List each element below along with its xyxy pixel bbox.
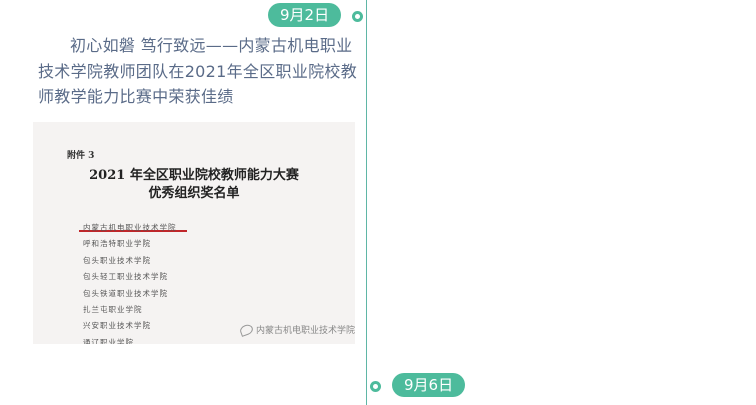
- news-title-link[interactable]: 初心如磐 笃行致远——内蒙古机电职业技术学院教师团队在2021年全区职业院校教师…: [38, 33, 360, 110]
- timeline-node-icon: [370, 381, 381, 392]
- list-item: 包头铁道职业技术学院: [83, 288, 168, 298]
- doc-attachment-label: 附件 3: [67, 151, 95, 161]
- watermark: 内蒙古机电职业技术学院: [238, 322, 355, 337]
- list-item: 包头职业技术学院: [83, 255, 151, 265]
- doc-title: 2021 年全区职业院校教师能力大赛: [89, 168, 299, 183]
- list-item: 包头轻工职业技术学院: [83, 272, 168, 282]
- list-item: 扎兰屯职业学院: [83, 304, 143, 314]
- timeline-node-icon: [352, 11, 363, 22]
- list-item: 兴安职业技术学院: [83, 321, 151, 331]
- news-image[interactable]: 附件 3 2021 年全区职业院校教师能力大赛 优秀组织奖名单 内蒙古机电职业技…: [33, 122, 355, 344]
- watermark-text: 内蒙古机电职业技术学院: [255, 326, 355, 336]
- date-badge: 9月2日: [268, 3, 342, 27]
- wechat-logo-icon: [238, 322, 255, 337]
- award-list: 内蒙古机电职业技术学院 呼和浩特职业学院 包头职业技术学院 包头轻工职业技术学院…: [83, 220, 177, 344]
- timeline-line: [366, 0, 367, 405]
- list-item: 通辽职业学院: [83, 337, 134, 344]
- date-badge: 9月6日: [392, 373, 466, 397]
- list-item: 呼和浩特职业学院: [83, 239, 151, 249]
- list-item: 内蒙古机电职业技术学院: [83, 223, 177, 232]
- doc-subtitle: 优秀组织奖名单: [148, 186, 240, 201]
